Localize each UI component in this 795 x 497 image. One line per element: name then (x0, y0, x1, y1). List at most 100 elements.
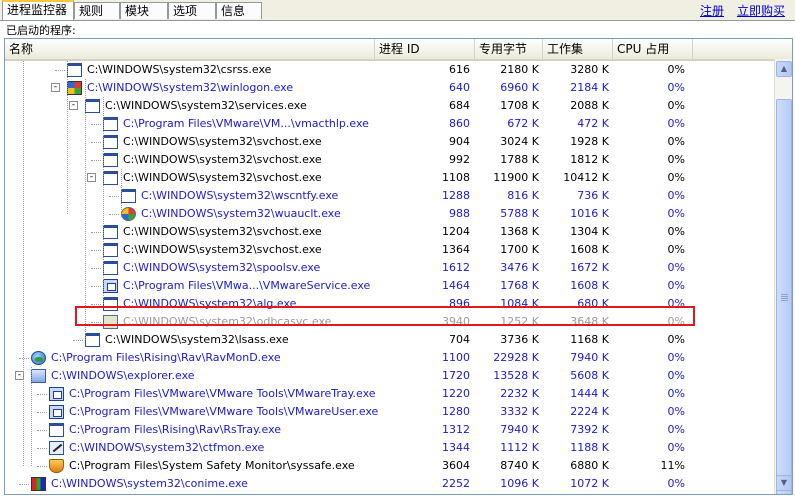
private-bytes: 1768 K (500, 279, 539, 292)
process-row[interactable]: C:\Program Files\Rising\Rav\RavMonD.exe 1… (5, 349, 774, 367)
process-name: C:\WINDOWS\system32\wscntfy.exe (141, 189, 339, 202)
process-name: C:\Program Files\VMware\VMware Tools\VMw… (69, 387, 376, 400)
working-set: 6880 K (570, 459, 609, 472)
window-icon (121, 189, 136, 203)
working-set: 1072 K (570, 477, 609, 490)
register-link[interactable]: 注册 (700, 2, 724, 19)
tab-modules[interactable]: 模块 (120, 2, 168, 19)
process-name: C:\Program Files\VMware\VMware Tools\VMw… (69, 405, 379, 418)
process-row[interactable]: - C:\WINDOWS\system32\winlogon.exe 640 6960… (5, 79, 774, 97)
private-bytes: 2180 K (500, 63, 539, 76)
process-name: C:\WINDOWS\system32\svchost.exe (123, 153, 322, 166)
column-cpu[interactable]: CPU 占用 (613, 39, 693, 59)
private-bytes: 8740 K (500, 459, 539, 472)
process-name: C:\WINDOWS\system32\wuauclt.exe (141, 207, 341, 220)
cpu-usage: 0% (667, 369, 685, 382)
cpu-usage: 0% (667, 441, 685, 454)
process-id: 1280 (442, 405, 470, 418)
private-bytes: 22928 K (493, 351, 539, 364)
private-bytes: 13528 K (493, 369, 539, 382)
process-row[interactable]: C:\WINDOWS\system32\lsass.exe 704 3736 K 11… (5, 331, 774, 349)
process-row[interactable]: C:\Program Files\VMware\VM...\vmacthlp.e… (5, 115, 774, 133)
process-name: C:\WINDOWS\system32\svchost.exe (123, 135, 322, 148)
private-bytes: 1112 K (500, 441, 539, 454)
column-working-set[interactable]: 工作集 (543, 39, 613, 59)
process-id: 1100 (442, 351, 470, 364)
process-row[interactable]: C:\Program Files\VMwa...\VMwareService.e… (5, 277, 774, 295)
process-row[interactable]: C:\WINDOWS\system32\conime.exe 2252 1096 K… (5, 475, 774, 493)
process-row[interactable]: C:\WINDOWS\system32\spoolsv.exe 1612 3476 … (5, 259, 774, 277)
process-name: C:\WINDOWS\system32\svchost.exe (123, 225, 322, 238)
cpu-usage: 0% (667, 333, 685, 346)
private-bytes: 1708 K (500, 99, 539, 112)
process-row[interactable]: C:\Program Files\VMware\VMware Tools\VMw… (5, 385, 774, 403)
tree-collapse-toggle[interactable]: - (69, 101, 78, 110)
cpu-usage: 0% (667, 225, 685, 238)
process-name: C:\Program Files\VMware\VM...\vmacthlp.e… (123, 117, 369, 130)
process-name: C:\WINDOWS\system32\svchost.exe (123, 171, 322, 184)
cpu-usage: 0% (667, 405, 685, 418)
column-private-bytes[interactable]: 专用字节 (475, 39, 543, 59)
scroll-thumb[interactable] (776, 99, 792, 494)
process-row[interactable]: C:\Program Files\VMware\VMware Tools\VMw… (5, 403, 774, 421)
process-row[interactable]: C:\Program Files\System Safety Monitor\s… (5, 457, 774, 475)
working-set: 7940 K (570, 351, 609, 364)
vmware-icon (49, 387, 64, 401)
private-bytes: 1096 K (500, 477, 539, 490)
cpu-usage: 0% (667, 207, 685, 220)
process-row[interactable]: C:\WINDOWS\system32\ctfmon.exe 1344 1112 K… (5, 439, 774, 457)
process-row[interactable]: C:\WINDOWS\system32\svchost.exe 992 1788 K… (5, 151, 774, 169)
process-name: C:\Program Files\Rising\Rav\RsTray.exe (69, 423, 282, 436)
working-set: 3280 K (570, 63, 609, 76)
tree-collapse-toggle[interactable]: - (87, 173, 96, 182)
vertical-scrollbar[interactable]: ▲ ▼ (774, 59, 792, 494)
working-set: 1304 K (570, 225, 609, 238)
private-bytes: 3332 K (500, 405, 539, 418)
process-id: 992 (449, 153, 470, 166)
working-set: 472 K (577, 117, 609, 130)
window-icon (85, 333, 100, 347)
process-id: 3604 (442, 459, 470, 472)
column-pid[interactable]: 进程 ID (375, 39, 475, 59)
conime-icon (31, 477, 46, 491)
process-name: C:\Program Files\VMwa...\VMwareService.e… (123, 279, 371, 292)
windows-update-icon (121, 207, 136, 221)
window-icon (103, 171, 118, 185)
process-row[interactable]: C:\Program Files\Rising\Rav\RsTray.exe 13… (5, 421, 774, 439)
buy-now-link[interactable]: 立即购买 (737, 2, 785, 19)
process-list: 名称 进程 ID 专用字节 工作集 CPU 占用 C:\WINDOWS\syst… (4, 38, 793, 495)
process-id: 2252 (442, 477, 470, 490)
computer-icon (31, 369, 46, 383)
process-name: C:\WINDOWS\system32\svchost.exe (123, 243, 322, 256)
process-row[interactable]: C:\WINDOWS\system32\svchost.exe 904 3024 K… (5, 133, 774, 151)
scroll-down-button[interactable]: ▼ (776, 475, 792, 491)
process-id: 616 (449, 63, 470, 76)
tab-options[interactable]: 选项 (168, 2, 216, 19)
window-icon (103, 225, 118, 239)
tab-process-monitor[interactable]: 进程监控器 (2, 0, 74, 20)
process-id: 860 (449, 117, 470, 130)
private-bytes: 672 K (507, 117, 539, 130)
window-icon (103, 243, 118, 257)
cpu-usage: 0% (667, 189, 685, 202)
process-row[interactable]: C:\WINDOWS\system32\csrss.exe 616 2180 K 32… (5, 61, 774, 79)
column-name[interactable]: 名称 (5, 39, 375, 59)
process-id: 1612 (442, 261, 470, 274)
process-id: 1108 (442, 171, 470, 184)
private-bytes: 3476 K (500, 261, 539, 274)
working-set: 1444 K (570, 387, 609, 400)
cpu-usage: 0% (667, 81, 685, 94)
tab-info[interactable]: 信息 (216, 2, 262, 19)
process-row[interactable]: - C:\WINDOWS\explorer.exe 1720 13528 K 5608 … (5, 367, 774, 385)
tab-rules[interactable]: 规则 (74, 2, 120, 19)
process-id: 704 (449, 333, 470, 346)
private-bytes: 11900 K (493, 171, 539, 184)
scroll-up-button[interactable]: ▲ (776, 61, 792, 77)
process-row[interactable]: - C:\WINDOWS\system32\services.exe 684 1708… (5, 97, 774, 115)
cpu-usage: 0% (667, 117, 685, 130)
tree-collapse-toggle[interactable]: - (51, 83, 60, 92)
process-row[interactable]: C:\WINDOWS\system32\svchost.exe 1204 1368 … (5, 223, 774, 241)
process-row[interactable]: C:\WINDOWS\system32\svchost.exe 1364 1700 … (5, 241, 774, 259)
process-id: 640 (449, 81, 470, 94)
window-icon (103, 117, 118, 131)
